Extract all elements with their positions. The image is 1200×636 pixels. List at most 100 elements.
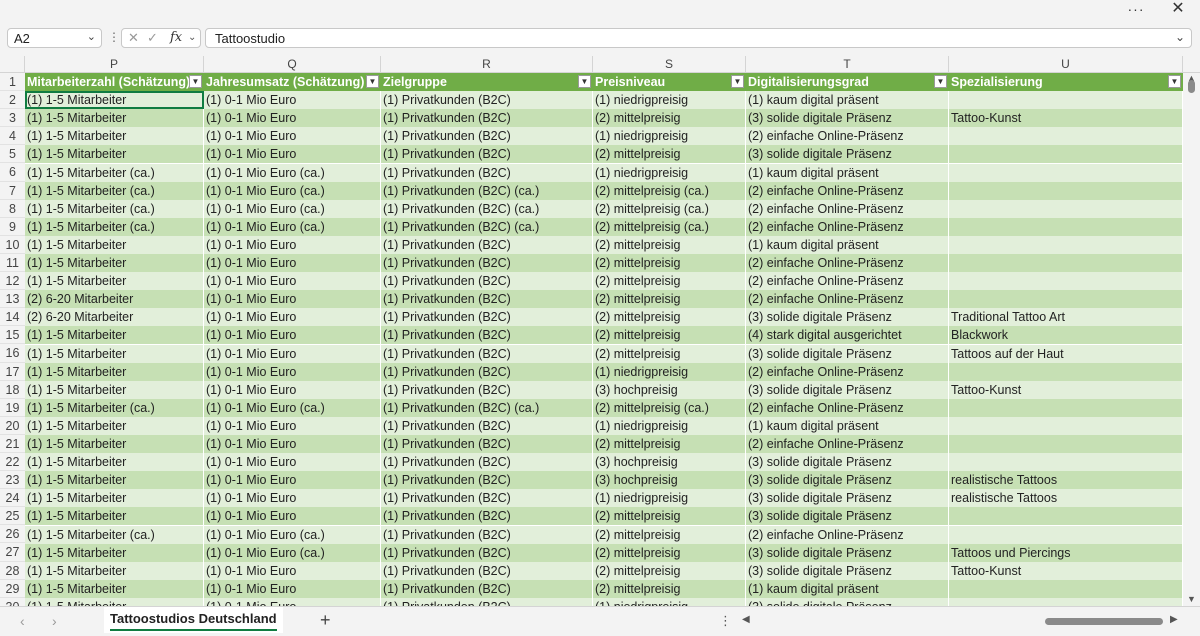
table-cell[interactable]	[949, 416, 1183, 435]
table-cell[interactable]: (1) Privatkunden (B2C)	[381, 525, 593, 544]
cancel-icon[interactable]: ✕	[128, 30, 139, 46]
table-cell[interactable]: (3) solide digitale Präsenz	[746, 489, 949, 508]
table-cell[interactable]: (1) Privatkunden (B2C)	[381, 416, 593, 435]
table-cell[interactable]: (1) 0-1 Mio Euro	[204, 127, 381, 146]
table-cell[interactable]: (1) Privatkunden (B2C)	[381, 91, 593, 110]
table-cell[interactable]: (1) Privatkunden (B2C) (ca.)	[381, 217, 593, 236]
table-cell[interactable]	[949, 145, 1183, 164]
table-cell[interactable]	[949, 163, 1183, 182]
table-cell[interactable]: (1) Privatkunden (B2C)	[381, 507, 593, 526]
table-cell[interactable]	[949, 435, 1183, 454]
row-header[interactable]: 21	[0, 434, 25, 453]
table-cell[interactable]: (1) 1-5 Mitarbeiter	[25, 362, 204, 381]
table-cell[interactable]: (1) 1-5 Mitarbeiter	[25, 109, 204, 128]
table-cell[interactable]	[949, 181, 1183, 200]
table-cell[interactable]	[949, 507, 1183, 526]
row-header[interactable]: 16	[0, 344, 25, 363]
table-cell[interactable]: (1) 0-1 Mio Euro	[204, 235, 381, 254]
table-cell[interactable]: (2) mittelpreisig	[593, 543, 746, 562]
filter-dropdown-icon[interactable]: ▼	[731, 75, 744, 88]
table-cell[interactable]: (1) Privatkunden (B2C)	[381, 109, 593, 128]
table-cell[interactable]: (1) 0-1 Mio Euro	[204, 308, 381, 327]
table-cell[interactable]: (1) kaum digital präsent	[746, 91, 949, 110]
table-cell[interactable]: (1) niedrigpreisig	[593, 163, 746, 182]
prev-sheet-icon[interactable]: ‹	[20, 613, 25, 629]
table-cell[interactable]: (2) einfache Online-Präsenz	[746, 217, 949, 236]
header-cell-col-q[interactable]: Jahresumsatz (Schätzung)	[204, 73, 381, 92]
column-header-s[interactable]: S	[593, 56, 746, 73]
table-cell[interactable]: (1) 1-5 Mitarbeiter	[25, 235, 204, 254]
table-cell[interactable]: (2) mittelpreisig	[593, 435, 746, 454]
chevron-down-icon[interactable]: ⌄	[188, 32, 196, 43]
table-cell[interactable]: (1) 1-5 Mitarbeiter	[25, 453, 204, 472]
table-cell[interactable]: (1) niedrigpreisig	[593, 91, 746, 110]
table-cell[interactable]: (1) Privatkunden (B2C)	[381, 290, 593, 309]
table-cell[interactable]: (1) 0-1 Mio Euro	[204, 362, 381, 381]
table-cell[interactable]: (1) 0-1 Mio Euro	[204, 145, 381, 164]
table-cell[interactable]: (1) 0-1 Mio Euro (ca.)	[204, 398, 381, 417]
table-cell[interactable]: (1) 1-5 Mitarbeiter	[25, 507, 204, 526]
table-cell[interactable]: (2) mittelpreisig	[593, 272, 746, 291]
header-cell-col-p[interactable]: Mitarbeiterzahl (Schätzung)	[25, 73, 204, 92]
table-cell[interactable]: (1) 0-1 Mio Euro	[204, 507, 381, 526]
table-cell[interactable]: (1) Privatkunden (B2C)	[381, 235, 593, 254]
table-cell[interactable]: (1) 0-1 Mio Euro	[204, 91, 381, 110]
row-header[interactable]: 26	[0, 525, 25, 544]
table-cell[interactable]: (1) 1-5 Mitarbeiter	[25, 380, 204, 399]
table-cell[interactable]: (1) Privatkunden (B2C)	[381, 543, 593, 562]
table-cell[interactable]: (1) 0-1 Mio Euro	[204, 109, 381, 128]
row-header[interactable]: 5	[0, 145, 25, 164]
table-cell[interactable]: (2) mittelpreisig	[593, 579, 746, 598]
header-cell-col-s[interactable]: Preisniveau	[593, 73, 746, 92]
scroll-thumb[interactable]	[1188, 80, 1195, 93]
table-cell[interactable]: (2) einfache Online-Präsenz	[746, 398, 949, 417]
chevron-down-icon[interactable]: ⌄	[87, 30, 96, 43]
scroll-left-icon[interactable]: ◀	[742, 614, 750, 625]
table-cell[interactable]: (1) 0-1 Mio Euro	[204, 254, 381, 273]
table-cell[interactable]: (3) solide digitale Präsenz	[746, 561, 949, 580]
table-cell[interactable]: (1) 0-1 Mio Euro	[204, 453, 381, 472]
table-cell[interactable]: (1) 0-1 Mio Euro	[204, 326, 381, 345]
row-header[interactable]: 2	[0, 91, 25, 110]
table-cell[interactable]: (1) 0-1 Mio Euro	[204, 471, 381, 490]
next-sheet-icon[interactable]: ›	[52, 613, 57, 629]
row-header[interactable]: 20	[0, 416, 25, 435]
table-cell[interactable]: (1) 1-5 Mitarbeiter	[25, 489, 204, 508]
table-cell[interactable]: (3) solide digitale Präsenz	[746, 597, 949, 606]
table-cell[interactable]: (1) Privatkunden (B2C)	[381, 254, 593, 273]
table-cell[interactable]: (1) niedrigpreisig	[593, 597, 746, 606]
table-cell[interactable]: (3) solide digitale Präsenz	[746, 380, 949, 399]
table-cell[interactable]: (1) Privatkunden (B2C)	[381, 435, 593, 454]
row-header[interactable]: 11	[0, 253, 25, 273]
scroll-right-icon[interactable]: ▶	[1170, 614, 1178, 625]
table-cell[interactable]	[949, 290, 1183, 309]
table-cell[interactable]: (2) einfache Online-Präsenz	[746, 254, 949, 273]
table-cell[interactable]: (1) 0-1 Mio Euro (ca.)	[204, 525, 381, 544]
table-cell[interactable]: (2) mittelpreisig	[593, 254, 746, 273]
expand-formula-icon[interactable]: ⌄	[1175, 30, 1185, 44]
table-cell[interactable]: Tattoos und Piercings	[949, 543, 1183, 562]
table-cell[interactable]: (2) mittelpreisig	[593, 525, 746, 544]
table-cell[interactable]: (1) 1-5 Mitarbeiter	[25, 326, 204, 345]
column-header-p[interactable]: P	[25, 56, 204, 73]
table-cell[interactable]: (1) Privatkunden (B2C)	[381, 127, 593, 146]
table-cell[interactable]: (1) 1-5 Mitarbeiter (ca.)	[25, 217, 204, 236]
sheet-tab-active[interactable]: Tattoostudios Deutschland	[104, 607, 283, 633]
table-cell[interactable]: (1) 1-5 Mitarbeiter (ca.)	[25, 163, 204, 182]
table-cell[interactable]: (1) Privatkunden (B2C)	[381, 272, 593, 291]
table-cell[interactable]: (2) mittelpreisig	[593, 308, 746, 327]
row-header[interactable]: 3	[0, 109, 25, 128]
scroll-down-icon[interactable]: ▼	[1183, 594, 1200, 604]
table-cell[interactable]: (1) 0-1 Mio Euro	[204, 597, 381, 606]
table-cell[interactable]: (1) 0-1 Mio Euro	[204, 579, 381, 598]
table-cell[interactable]	[949, 254, 1183, 273]
row-header[interactable]: 23	[0, 471, 25, 490]
table-cell[interactable]: (1) 1-5 Mitarbeiter	[25, 416, 204, 435]
table-cell[interactable]: (2) mittelpreisig (ca.)	[593, 199, 746, 218]
table-cell[interactable]	[949, 217, 1183, 236]
table-cell[interactable]: (1) kaum digital präsent	[746, 416, 949, 435]
table-cell[interactable]: (2) mittelpreisig (ca.)	[593, 398, 746, 417]
column-header-u[interactable]: U	[949, 56, 1183, 73]
table-cell[interactable]: (1) kaum digital präsent	[746, 235, 949, 254]
row-header[interactable]: 17	[0, 362, 25, 381]
